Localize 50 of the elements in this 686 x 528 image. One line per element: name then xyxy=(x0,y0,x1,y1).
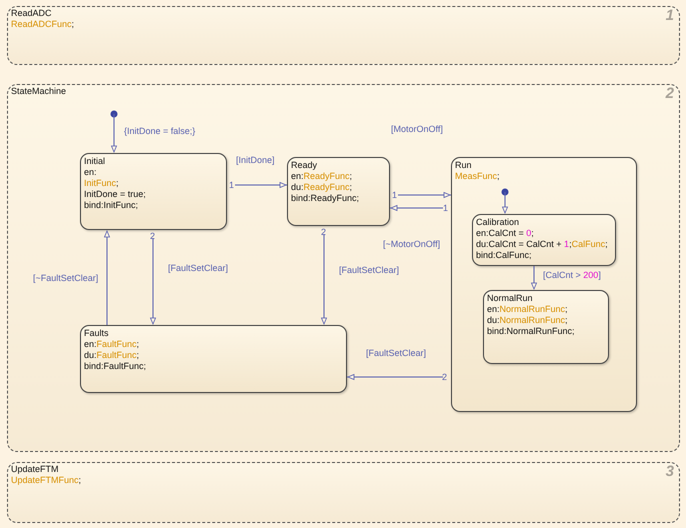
default-transition-arrow xyxy=(110,110,118,154)
transition-label: {InitDone = false;} xyxy=(124,126,196,137)
transition-order: 1 xyxy=(443,203,448,213)
transition-arrow xyxy=(398,192,452,198)
state-action: en:CalCnt = 0; xyxy=(476,228,534,239)
transition-label: [CalCnt > 200] xyxy=(543,270,601,281)
state-action: InitDone = true; xyxy=(84,189,146,200)
state-name: StateMachine xyxy=(11,86,66,97)
state-action: en:FaultFunc; xyxy=(84,339,140,350)
transition-label: [FaultSetClear] xyxy=(168,263,228,274)
transition-label: [MotorOnOff] xyxy=(391,124,443,135)
state-name: Run xyxy=(455,160,472,171)
state-action: du:NormalRunFunc; xyxy=(487,315,568,326)
state-action: UpdateFTMFunc; xyxy=(11,475,82,486)
execution-order: 2 xyxy=(666,86,674,102)
state-name: ReadADC xyxy=(11,8,52,19)
state-action: bind:CalFunc; xyxy=(476,250,532,261)
state-name: NormalRun xyxy=(487,293,533,304)
default-transition-arrow xyxy=(502,188,508,214)
state-name: Faults xyxy=(84,328,109,339)
state-action: MeasFunc; xyxy=(455,171,500,182)
state-action: bind:InitFunc; xyxy=(84,200,138,211)
state-name: Calibration xyxy=(476,217,520,228)
transition-label: [FaultSetClear] xyxy=(366,348,426,359)
transition-arrow xyxy=(530,266,538,290)
state-action: ReadADCFunc; xyxy=(11,19,74,30)
transition-arrow xyxy=(390,204,444,212)
state-action: bind:NormalRunFunc; xyxy=(487,326,575,337)
state-name: UpdateFTM xyxy=(11,464,59,475)
transition-label: [~MotorOnOff] xyxy=(383,239,440,250)
state-action: en:NormalRunFunc; xyxy=(487,304,568,315)
execution-order: 1 xyxy=(666,8,674,24)
transition-label: [FaultSetClear] xyxy=(339,265,400,276)
state-action: en:ReadyFunc; xyxy=(291,171,352,182)
transition-order: 1 xyxy=(229,180,234,190)
transition-label: [~FaultSetClear] xyxy=(33,273,98,284)
transition-label: [InitDone] xyxy=(236,155,275,166)
state-name: Ready xyxy=(291,160,318,171)
transition-order: 1 xyxy=(392,190,398,200)
state-name: Initial xyxy=(84,156,106,167)
execution-order: 3 xyxy=(666,464,674,480)
state-action: en: xyxy=(84,167,97,178)
state-action: du:ReadyFunc; xyxy=(291,182,352,193)
state-action: bind:ReadyFunc; xyxy=(291,193,360,204)
state-action: du:FaultFunc; xyxy=(84,350,140,361)
transition-arrow xyxy=(234,182,288,188)
state-action: InitFunc; xyxy=(84,178,119,189)
state-action: du:CalCnt = CalCnt + 1;CalFunc; xyxy=(476,239,608,250)
state-action: bind:FaultFunc; xyxy=(84,361,146,372)
transition-order: 2 xyxy=(442,372,448,382)
